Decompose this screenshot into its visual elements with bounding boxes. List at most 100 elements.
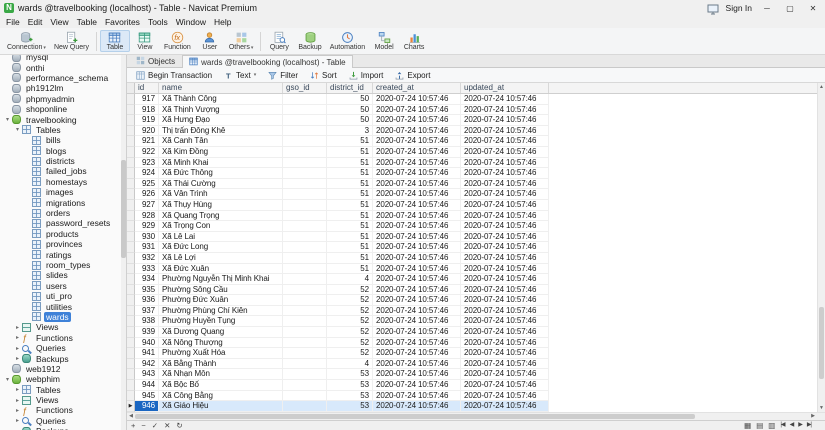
cell-district_id[interactable]: 52: [327, 316, 373, 328]
tree-item-webphim[interactable]: ▾ webphim: [0, 374, 126, 384]
menu-window[interactable]: Window: [172, 17, 210, 27]
cell-gso_id[interactable]: [283, 125, 327, 137]
cell-name[interactable]: Xã Đức Xuân: [159, 263, 283, 275]
maximize-button[interactable]: ▢: [782, 4, 798, 13]
tree-item-mysql[interactable]: mysql: [0, 55, 126, 62]
cell-district_id[interactable]: 52: [327, 284, 373, 296]
cell-name[interactable]: Phường Sông Cầu: [159, 284, 283, 296]
cell-name[interactable]: Phường Nguyễn Thị Minh Khai: [159, 274, 283, 285]
tree-item-functions[interactable]: ▸ Functions: [0, 405, 126, 415]
cell-created_at[interactable]: 2020-07-24 10:57:46: [373, 316, 461, 328]
cell-id[interactable]: 943: [135, 369, 159, 381]
cell-district_id[interactable]: 52: [327, 327, 373, 338]
cell-created_at[interactable]: 2020-07-24 10:57:46: [373, 115, 461, 126]
cell-gso_id[interactable]: [283, 401, 327, 412]
tab-table-tab[interactable]: wards @travelbooking (localhost) - Table: [182, 55, 353, 68]
cell-gso_id[interactable]: [283, 380, 327, 391]
form-view-icon[interactable]: ▤: [756, 421, 763, 430]
menu-edit[interactable]: Edit: [24, 17, 47, 27]
collapse-arrow-icon[interactable]: ▾: [3, 116, 12, 123]
tree-item-password-resets[interactable]: password_resets: [0, 218, 126, 228]
cell-id[interactable]: 927: [135, 199, 159, 211]
cell-district_id[interactable]: 50: [327, 115, 373, 126]
cell-name[interactable]: Xã Thành Công: [159, 94, 283, 105]
toolbar-query-button[interactable]: Query: [264, 30, 294, 52]
export-button[interactable]: Export: [390, 70, 435, 81]
grid-view-icon[interactable]: ▦: [744, 421, 751, 430]
tree-item-utilities[interactable]: utilities: [0, 301, 126, 312]
cell-created_at[interactable]: 2020-07-24 10:57:46: [373, 210, 461, 222]
cell-updated_at[interactable]: 2020-07-24 10:57:46: [461, 178, 549, 190]
sort-button[interactable]: Sort: [305, 70, 342, 81]
cell-name[interactable]: Xã Thụy Hùng: [159, 199, 283, 211]
cell-district_id[interactable]: 51: [327, 146, 373, 158]
cell-created_at[interactable]: 2020-07-24 10:57:46: [373, 125, 461, 137]
cell-district_id[interactable]: 51: [327, 199, 373, 211]
tree-item-queries[interactable]: ▸ Queries: [0, 416, 126, 426]
cell-gso_id[interactable]: [283, 327, 327, 338]
cell-created_at[interactable]: 2020-07-24 10:57:46: [373, 337, 461, 349]
cell-gso_id[interactable]: [283, 390, 327, 402]
cell-gso_id[interactable]: [283, 358, 327, 370]
cell-name[interactable]: Xã Thái Cường: [159, 178, 283, 190]
cell-name[interactable]: Xã Thịnh Vượng: [159, 104, 283, 116]
cell-id[interactable]: 937: [135, 305, 159, 317]
cell-gso_id[interactable]: [283, 295, 327, 306]
column-header-gso_id[interactable]: gso_id: [283, 83, 327, 93]
tree-item-functions[interactable]: ▸ Functions: [0, 333, 126, 343]
cell-updated_at[interactable]: 2020-07-24 10:57:46: [461, 168, 549, 179]
cell-created_at[interactable]: 2020-07-24 10:57:46: [373, 94, 461, 105]
cell-gso_id[interactable]: [283, 168, 327, 179]
cell-created_at[interactable]: 2020-07-24 10:57:46: [373, 157, 461, 169]
cell-created_at[interactable]: 2020-07-24 10:57:46: [373, 104, 461, 116]
cell-updated_at[interactable]: 2020-07-24 10:57:46: [461, 284, 549, 296]
add-record-icon[interactable]: +: [131, 421, 135, 430]
cell-id[interactable]: 918: [135, 104, 159, 116]
cell-name[interactable]: Xã Hưng Đạo: [159, 115, 283, 126]
cell-id[interactable]: 934: [135, 274, 159, 285]
begin-transaction-button[interactable]: Begin Transaction: [131, 70, 217, 81]
toolbar-model-button[interactable]: Model: [369, 30, 399, 52]
tree-item-phpmyadmin[interactable]: phpmyadmin: [0, 94, 126, 104]
cell-district_id[interactable]: 51: [327, 136, 373, 147]
tree-item-ph1912lm[interactable]: ph1912lm: [0, 83, 126, 93]
cell-gso_id[interactable]: [283, 369, 327, 381]
cell-updated_at[interactable]: 2020-07-24 10:57:46: [461, 146, 549, 158]
cell-created_at[interactable]: 2020-07-24 10:57:46: [373, 295, 461, 306]
import-button[interactable]: Import: [344, 70, 389, 81]
toolbar-connection-button[interactable]: Connection ▾: [3, 30, 50, 52]
cell-district_id[interactable]: 50: [327, 104, 373, 116]
cell-id[interactable]: 935: [135, 284, 159, 296]
scroll-up-icon[interactable]: ▲: [818, 83, 825, 91]
cell-gso_id[interactable]: [283, 94, 327, 105]
cell-district_id[interactable]: 52: [327, 295, 373, 306]
text-button[interactable]: T Text ▾: [219, 70, 261, 81]
cell-name[interactable]: Phường Huyền Tụng: [159, 316, 283, 328]
filter-button[interactable]: Filter: [263, 70, 303, 81]
column-header-created_at[interactable]: created_at: [373, 83, 461, 93]
cell-name[interactable]: Xã Canh Tân: [159, 136, 283, 147]
cell-id[interactable]: 933: [135, 263, 159, 275]
horizontal-scrollbar-thumb[interactable]: [135, 414, 695, 419]
cell-district_id[interactable]: 51: [327, 189, 373, 200]
cell-gso_id[interactable]: [283, 348, 327, 359]
cell-name[interactable]: Xã Trọng Con: [159, 221, 283, 232]
expand-arrow-icon[interactable]: ▸: [13, 417, 22, 424]
cell-gso_id[interactable]: [283, 316, 327, 328]
cell-updated_at[interactable]: 2020-07-24 10:57:46: [461, 94, 549, 105]
cell-created_at[interactable]: 2020-07-24 10:57:46: [373, 146, 461, 158]
vertical-scrollbar[interactable]: ▲ ▼: [817, 83, 825, 412]
cell-created_at[interactable]: 2020-07-24 10:57:46: [373, 401, 461, 412]
cell-updated_at[interactable]: 2020-07-24 10:57:46: [461, 295, 549, 306]
cell-created_at[interactable]: 2020-07-24 10:57:46: [373, 274, 461, 285]
tree-item-products[interactable]: products: [0, 229, 126, 239]
tree-item-backups[interactable]: ▸ Backups: [0, 353, 126, 364]
cell-district_id[interactable]: 4: [327, 358, 373, 370]
cell-name[interactable]: Phường Phùng Chí Kiên: [159, 305, 283, 317]
cell-district_id[interactable]: 53: [327, 380, 373, 391]
toolbar-automation-button[interactable]: Automation: [326, 30, 369, 52]
toolbar-charts-button[interactable]: Charts: [399, 30, 429, 52]
cell-updated_at[interactable]: 2020-07-24 10:57:46: [461, 157, 549, 169]
cell-district_id[interactable]: 51: [327, 242, 373, 253]
cell-updated_at[interactable]: 2020-07-24 10:57:46: [461, 263, 549, 275]
